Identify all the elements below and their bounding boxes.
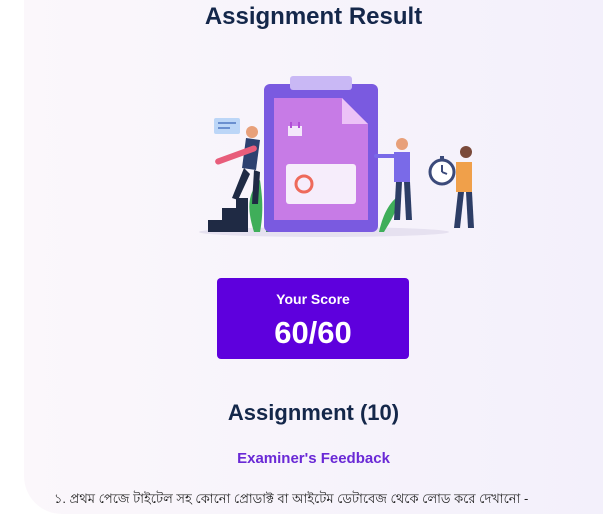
result-card: Assignment Result Your Score 60/60 Assig… xyxy=(24,0,603,514)
feedback-text: ১. প্রথম পেজে টাইটেল সহ কোনো প্রোডাক্ট ব… xyxy=(54,491,529,506)
score-value: 60/60 xyxy=(274,315,352,350)
examiner-feedback-label: Examiner's Feedback xyxy=(237,450,390,467)
assignment-illustration xyxy=(199,76,474,237)
score-label: Your Score xyxy=(276,291,350,307)
score-card: Your Score 60/60 xyxy=(217,278,409,359)
assignment-heading: Assignment (10) xyxy=(227,400,400,425)
page-title: Assignment Result xyxy=(204,3,423,30)
